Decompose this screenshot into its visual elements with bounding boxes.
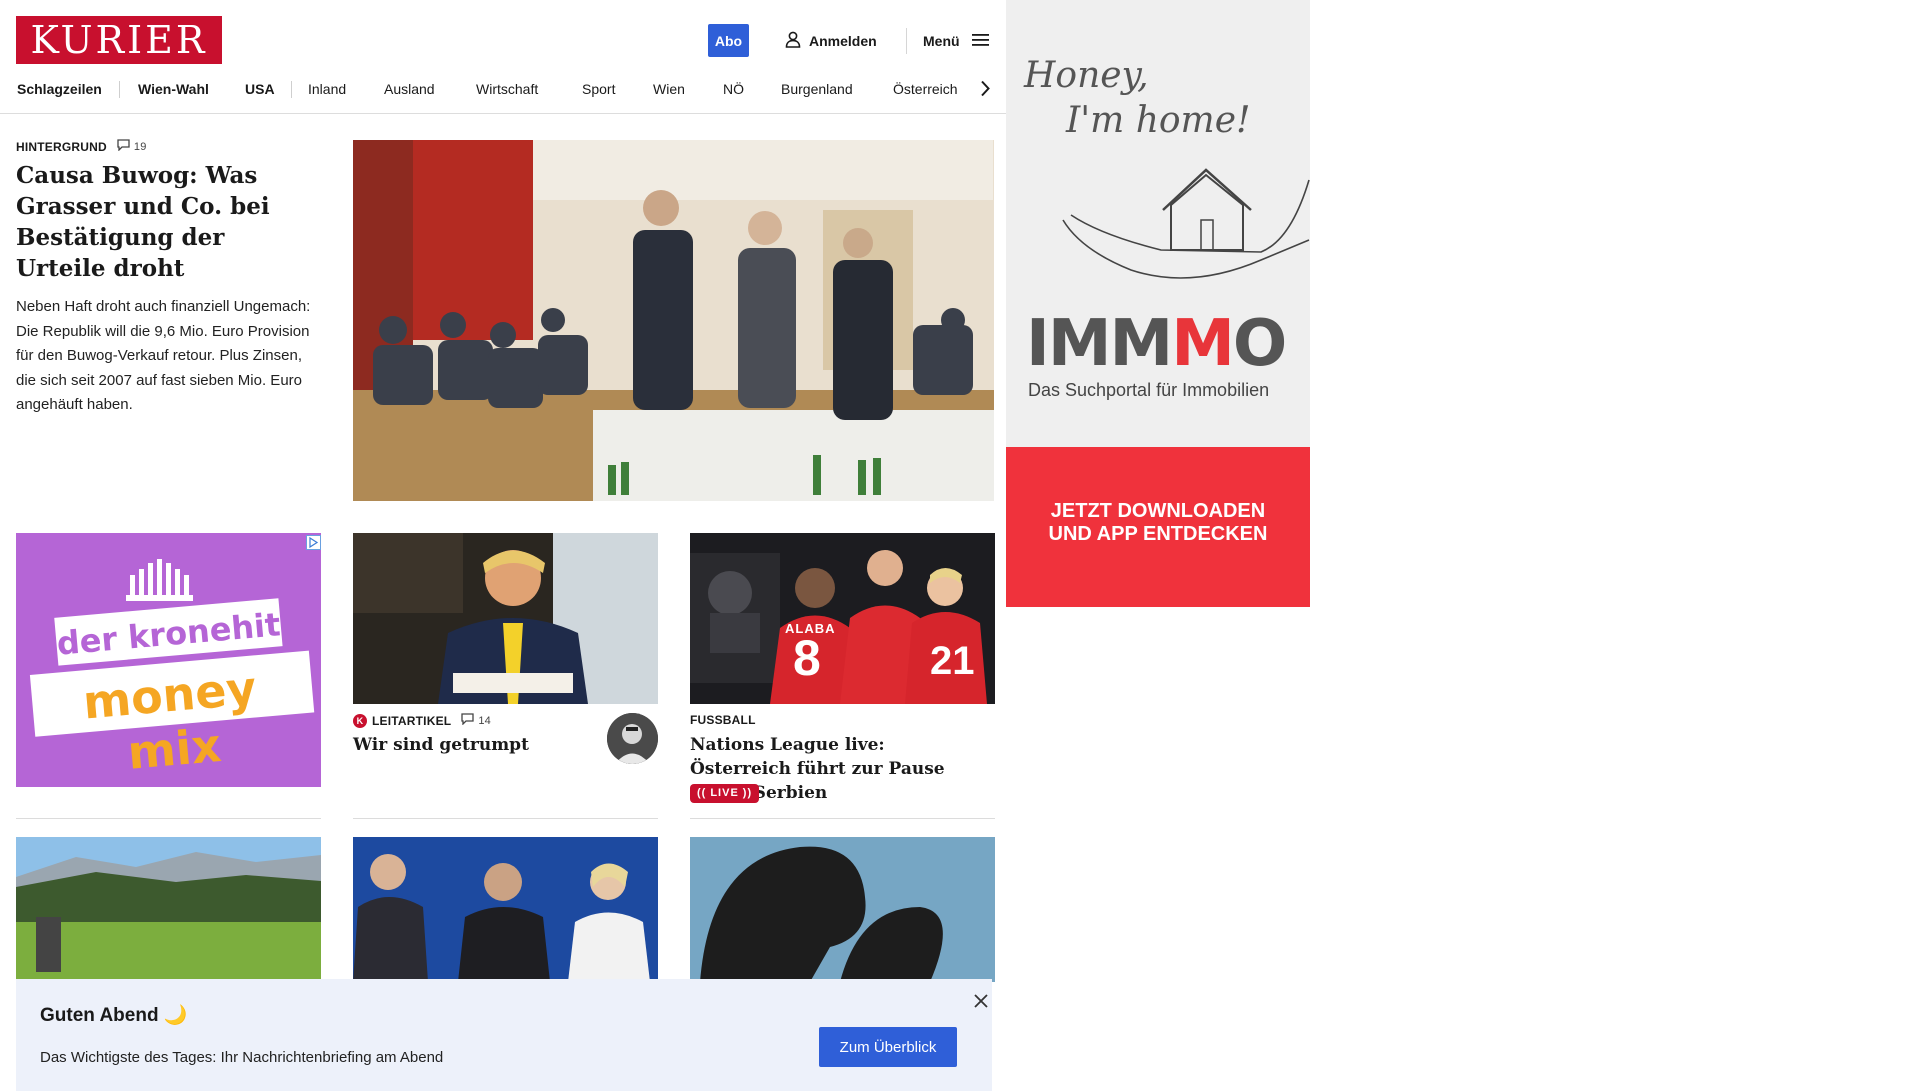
immmo-cta[interactable]: JETZT DOWNLOADEN UND APP ENTDECKEN: [1006, 447, 1310, 607]
briefing-title: Guten Abend 🌙: [40, 1005, 188, 1026]
briefing-text: Das Wichtigste des Tages: Ihr Nachrichte…: [40, 1049, 444, 1066]
kronehit-line2: money mix: [80, 660, 259, 780]
immmo-logo-m: M: [1171, 307, 1235, 381]
immmo-logo: IMMMO: [1026, 312, 1287, 376]
leitartikel-kicker-row: K LEITARTIKEL 14: [353, 713, 491, 728]
live-badge: (( LIVE )): [690, 783, 760, 803]
nav-divider: [119, 81, 120, 98]
fussball-kicker-row: FUSSBALL: [690, 713, 756, 727]
row-divider: [690, 818, 995, 819]
immmo-logo-imm: IMM: [1026, 307, 1173, 381]
nav-item-usa[interactable]: USA: [245, 79, 275, 99]
fussball-kicker: FUSSBALL: [690, 713, 756, 727]
abo-button[interactable]: Abo: [708, 24, 749, 57]
leitartikel-image[interactable]: [353, 533, 658, 704]
kurier-logo[interactable]: KURIER: [16, 16, 222, 64]
comment-count: 19: [133, 140, 147, 153]
nav-item-inland[interactable]: Inland: [308, 79, 346, 99]
immmo-script-2: I'm home!: [1066, 100, 1251, 141]
leitartikel-title[interactable]: Wir sind getrumpt: [353, 733, 573, 757]
user-icon: [785, 31, 801, 51]
nav-item-sport[interactable]: Sport: [582, 79, 615, 99]
lead-title[interactable]: Causa Buwog: Was Grasser und Co. bei Bes…: [16, 160, 316, 284]
nav-divider: [291, 81, 292, 98]
evening-briefing-banner: Guten Abend 🌙 Das Wichtigste des Tages: …: [16, 979, 992, 1091]
lead-kicker: HINTERGRUND: [16, 139, 107, 154]
kronehit-ad[interactable]: der kronehit money mix: [16, 533, 321, 787]
landscape-image[interactable]: [16, 837, 321, 982]
zum-ueberblick-button[interactable]: Zum Überblick: [819, 1027, 957, 1067]
nav-item-wien[interactable]: Wien: [653, 79, 685, 99]
menu-button[interactable]: Menü: [923, 30, 989, 52]
header-divider: [906, 28, 907, 54]
comment-icon: [117, 139, 130, 154]
leitartikel-kicker-wrap: K LEITARTIKEL: [353, 713, 452, 728]
comment-count: 14: [478, 714, 491, 727]
house-in-hand-icon: [1061, 160, 1311, 295]
jersey-number-21: 21: [930, 639, 975, 683]
chevron-right-icon[interactable]: [980, 80, 990, 102]
immmo-cta-line1: JETZT DOWNLOADEN: [1050, 500, 1266, 522]
immmo-script-1: Honey,: [1024, 55, 1149, 96]
ad-choices-icon[interactable]: [306, 535, 321, 550]
nav-bottom-rule: [0, 113, 1006, 114]
kurier-k-badge-icon: K: [353, 713, 367, 728]
nav-item-burgenland[interactable]: Burgenland: [781, 79, 853, 99]
hamburger-icon: [971, 33, 989, 50]
immmo-cta-line2: UND APP ENTDECKEN: [1048, 523, 1268, 545]
immmo-logo-o: O: [1232, 307, 1287, 381]
menu-label: Menü: [923, 33, 960, 49]
login-label: Anmelden: [809, 33, 877, 49]
comment-icon: [461, 713, 474, 728]
nav-item-schlagzeilen[interactable]: Schlagzeilen: [17, 79, 102, 99]
lead-image[interactable]: [353, 140, 994, 501]
lead-kicker-row: HINTERGRUND 19: [16, 139, 147, 154]
illustration-image[interactable]: [690, 837, 995, 982]
immmo-subtitle: Das Suchportal für Immobilien: [1028, 380, 1270, 400]
section-nav: Schlagzeilen Wien-Wahl USA Inland Auslan…: [16, 79, 1006, 101]
lead-comment-count[interactable]: 19: [117, 139, 147, 154]
nav-item-wirtschaft[interactable]: Wirtschaft: [476, 79, 538, 99]
fussball-image[interactable]: ALABA 8 21: [690, 533, 995, 704]
author-avatar[interactable]: [607, 713, 658, 764]
eu-leaders-image[interactable]: [353, 837, 658, 982]
nav-item-wien-wahl[interactable]: Wien-Wahl: [138, 79, 209, 99]
leitartikel-kicker: LEITARTIKEL: [372, 713, 452, 728]
immmo-cta-text: JETZT DOWNLOADEN UND APP ENTDECKEN: [1006, 500, 1310, 546]
live-badge-pill: (( LIVE )): [690, 783, 760, 803]
login-button[interactable]: Anmelden: [785, 30, 877, 52]
row-divider: [353, 818, 658, 819]
nav-item-ausland[interactable]: Ausland: [384, 79, 435, 99]
immmo-ad[interactable]: Honey, I'm home! IMMMO Das Suchportal fü…: [1006, 0, 1310, 607]
logo-text: KURIER: [30, 18, 208, 62]
live-label: LIVE: [710, 787, 739, 799]
row-divider: [16, 818, 321, 819]
lead-teaser: Neben Haft droht auch finanziell Ungemac…: [16, 298, 311, 413]
nav-item-oesterreich[interactable]: Österreich: [893, 79, 958, 99]
kronehit-line1: der kronehit: [55, 605, 282, 663]
close-icon[interactable]: [971, 991, 991, 1011]
nav-item-noe[interactable]: NÖ: [723, 79, 744, 99]
kronehit-ad-text: der kronehit money mix: [16, 533, 321, 787]
leitartikel-comment-count[interactable]: 14: [461, 713, 491, 728]
jersey-number-8: 8: [793, 630, 821, 686]
